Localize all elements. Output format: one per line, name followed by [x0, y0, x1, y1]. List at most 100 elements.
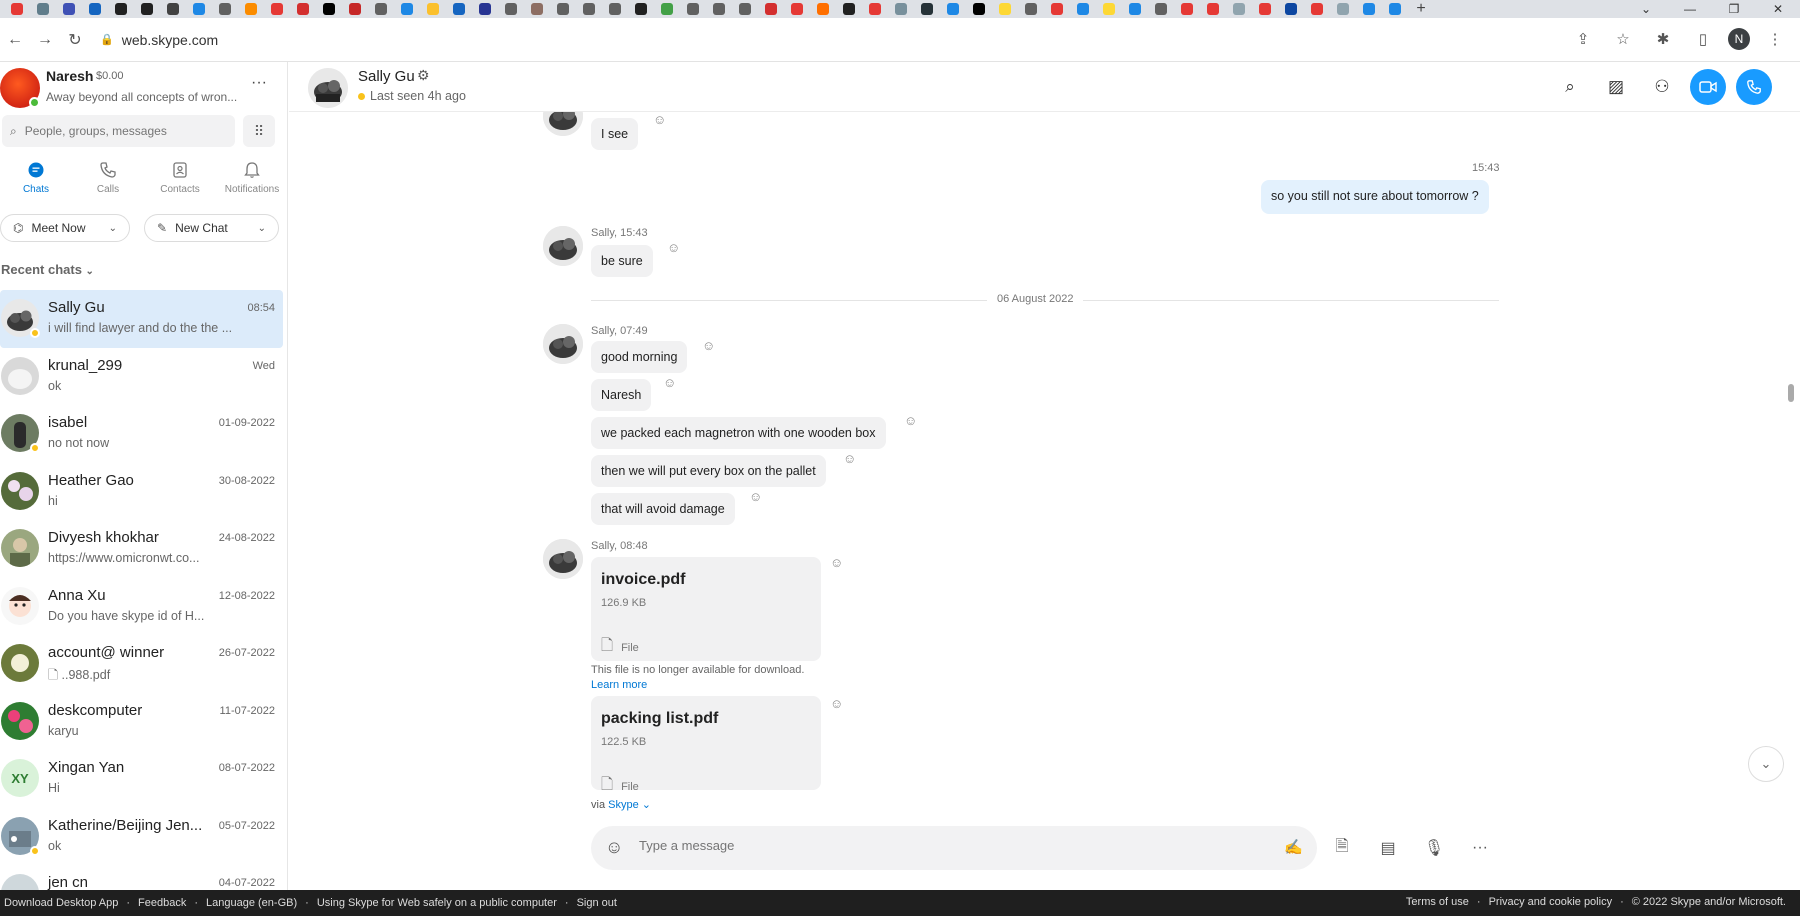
message-bubble[interactable]: I see — [591, 118, 639, 150]
sender-avatar[interactable] — [543, 539, 583, 579]
my-profile[interactable]: Naresh $0.00 Away beyond all concepts of… — [0, 62, 287, 122]
more-options-icon[interactable]: ··· — [248, 74, 270, 94]
extensions-icon[interactable]: ✱ — [1648, 24, 1678, 54]
pinned-tab-icon[interactable] — [732, 0, 758, 18]
chat-list-item[interactable]: jen cn 04-07-2022 — [0, 865, 283, 890]
reaction-icon[interactable]: ☺ — [830, 696, 843, 711]
reaction-icon[interactable]: ☺ — [749, 489, 762, 504]
pinned-tab-icon[interactable] — [1018, 0, 1044, 18]
message-bubble[interactable]: we packed each magnetron with one wooden… — [591, 417, 886, 449]
meet-now-button[interactable]: ⌬ Meet Now ⌄ — [0, 214, 130, 242]
search-input[interactable] — [24, 124, 225, 138]
pinned-tab-icon[interactable] — [1070, 0, 1096, 18]
formatting-icon[interactable]: ✍ — [1284, 838, 1303, 856]
message-bubble[interactable]: be sure — [591, 245, 653, 277]
profile-avatar[interactable]: N — [1728, 28, 1750, 50]
pinned-tab-icon[interactable] — [1174, 0, 1200, 18]
more-icon[interactable]: ··· — [1462, 826, 1498, 870]
pinned-tab-icon[interactable] — [914, 0, 940, 18]
chat-list-item[interactable]: krunal_299 ok Wed — [0, 348, 283, 406]
pinned-tab-icon[interactable] — [420, 0, 446, 18]
pinned-tab-icon[interactable] — [940, 0, 966, 18]
contact-avatar[interactable] — [308, 68, 348, 108]
pinned-tab-icon[interactable] — [1200, 0, 1226, 18]
pinned-tab-icon[interactable] — [862, 0, 888, 18]
tab-contacts[interactable]: Contacts — [144, 160, 216, 206]
my-avatar[interactable] — [0, 68, 40, 108]
browser-menu-icon[interactable]: ⋮ — [1760, 24, 1790, 54]
pinned-tab-icon[interactable] — [446, 0, 472, 18]
pinned-tab-icon[interactable] — [498, 0, 524, 18]
footer-link[interactable]: Sign out — [573, 897, 621, 909]
pinned-tab-icon[interactable] — [1148, 0, 1174, 18]
chat-list-item[interactable]: XY Xingan Yan Hi 08-07-2022 — [0, 750, 283, 808]
message-area[interactable]: I see ☺ 15:43 so you still not sure abou… — [289, 112, 1785, 790]
pinned-tab-icon[interactable] — [680, 0, 706, 18]
chat-list-item[interactable]: deskcomputer karyu 11-07-2022 — [0, 693, 283, 751]
pinned-tab-icon[interactable] — [576, 0, 602, 18]
chat-list-item[interactable]: isabel no not now 01-09-2022 — [0, 405, 283, 463]
pinned-tab-icon[interactable] — [368, 0, 394, 18]
pinned-tab-icon[interactable] — [654, 0, 680, 18]
pinned-tab-icon[interactable] — [810, 0, 836, 18]
pinned-tab-icon[interactable] — [472, 0, 498, 18]
via-skype[interactable]: via Skype ⌄ — [591, 798, 651, 811]
share-icon[interactable]: ⇪ — [1568, 24, 1598, 54]
reaction-icon[interactable]: ☺ — [904, 413, 917, 428]
reaction-icon[interactable]: ☺ — [653, 112, 666, 127]
pinned-tab-icon[interactable] — [992, 0, 1018, 18]
forward-icon[interactable]: → — [30, 25, 60, 55]
reaction-icon[interactable]: ☺ — [667, 240, 680, 255]
pinned-tab-icon[interactable] — [1096, 0, 1122, 18]
sender-avatar[interactable] — [543, 112, 583, 136]
pinned-tab-icon[interactable] — [706, 0, 732, 18]
add-people-icon[interactable]: ⚇ — [1644, 69, 1680, 105]
footer-link[interactable]: Download Desktop App — [0, 897, 122, 909]
pinned-tab-icon[interactable] — [108, 0, 134, 18]
recent-chats-header[interactable]: Recent chats ⌄ — [1, 262, 94, 277]
emoji-icon[interactable]: ☺ — [605, 837, 623, 858]
pinned-tab-icon[interactable] — [82, 0, 108, 18]
pinned-tab-icon[interactable] — [290, 0, 316, 18]
restore-icon[interactable]: ❐ — [1712, 0, 1756, 18]
pinned-tab-icon[interactable] — [550, 0, 576, 18]
new-chat-button[interactable]: ✎ New Chat ⌄ — [144, 214, 279, 242]
chat-list-item[interactable]: Heather Gao hi 30-08-2022 — [0, 463, 283, 521]
pinned-tab-icon[interactable] — [784, 0, 810, 18]
chat-list-item[interactable]: Anna Xu Do you have skype id of H... 12-08… — [0, 578, 283, 636]
tab-calls[interactable]: Calls — [72, 160, 144, 206]
tab-search-icon[interactable]: ⌄ — [1624, 0, 1668, 18]
message-bubble[interactable]: then we will put every box on the pallet — [591, 455, 826, 487]
minimize-icon[interactable]: — — [1668, 0, 1712, 18]
search-icon[interactable]: ⌕ — [1552, 69, 1588, 105]
reaction-icon[interactable]: ☺ — [843, 451, 856, 466]
pinned-tab-icon[interactable] — [1304, 0, 1330, 18]
chat-list-item[interactable]: account@ winner 🗋 ..988.pdf 26-07-2022 — [0, 635, 283, 693]
pinned-tab-icon[interactable] — [342, 0, 368, 18]
message-input[interactable] — [639, 838, 1219, 853]
chat-list-item[interactable]: Divyesh khokhar https://www.omicronwt.co.… — [0, 520, 283, 578]
reload-icon[interactable]: ↻ — [60, 25, 90, 55]
pinned-tab-icon[interactable] — [4, 0, 30, 18]
message-bubble[interactable]: that will avoid damage — [591, 493, 735, 525]
footer-link[interactable]: Using Skype for Web safely on a public c… — [313, 897, 561, 909]
footer-link[interactable]: Privacy and cookie policy — [1485, 896, 1617, 908]
footer-link[interactable]: © 2022 Skype and/or Microsoft. — [1628, 896, 1790, 908]
pinned-tab-icon[interactable] — [1252, 0, 1278, 18]
scrollbar-thumb[interactable] — [1788, 384, 1794, 402]
pinned-tab-icon[interactable] — [212, 0, 238, 18]
pinned-tab-icon[interactable] — [1044, 0, 1070, 18]
pinned-tab-icon[interactable] — [238, 0, 264, 18]
pinned-tab-icon[interactable] — [1278, 0, 1304, 18]
url-field[interactable]: 🔒 web.skype.com — [100, 32, 218, 48]
audio-call-button[interactable] — [1736, 69, 1772, 105]
pinned-tab-icon[interactable] — [1122, 0, 1148, 18]
bookmark-star-icon[interactable]: ☆ — [1608, 24, 1638, 54]
reaction-icon[interactable]: ☺ — [702, 338, 715, 353]
pinned-tab-icon[interactable] — [628, 0, 654, 18]
pinned-tab-icon[interactable] — [1382, 0, 1408, 18]
footer-link[interactable]: Terms of use — [1402, 896, 1473, 908]
my-message-bubble[interactable]: so you still not sure about tomorrow ? — [1261, 180, 1489, 214]
pinned-tab-icon[interactable] — [1226, 0, 1252, 18]
contact-card-icon[interactable]: ▤ — [1370, 826, 1406, 870]
